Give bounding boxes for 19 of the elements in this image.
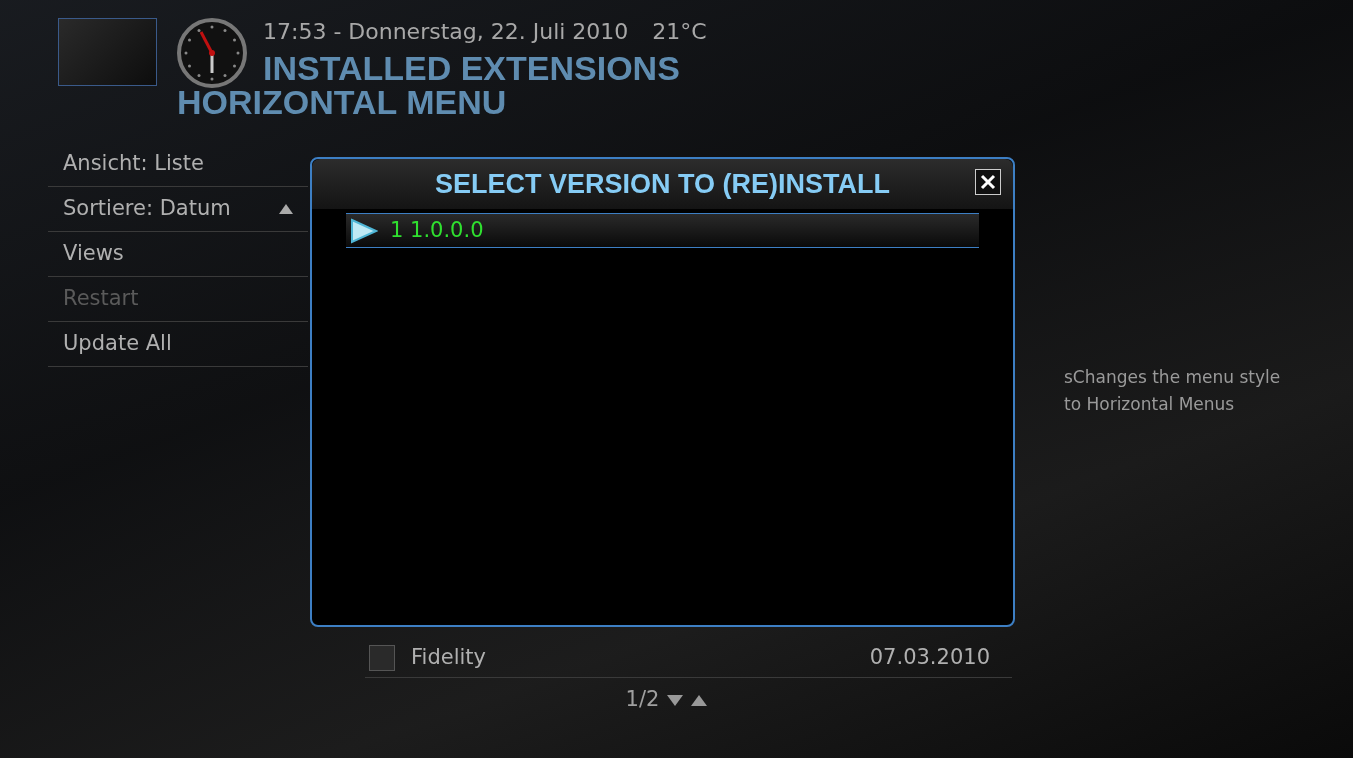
temperature-text: 21°C — [652, 17, 707, 46]
close-icon — [980, 174, 996, 190]
extension-date: 07.03.2010 — [869, 643, 990, 671]
dialog-title: SELECT VERSION TO (RE)INSTALL — [435, 167, 890, 201]
menu-item[interactable]: Sortiere: Datum — [48, 187, 308, 232]
play-icon — [348, 217, 378, 244]
menu-item[interactable]: Ansicht: Liste — [48, 142, 308, 187]
clock-icon — [177, 18, 247, 88]
page-up-icon[interactable] — [691, 694, 708, 706]
date-time-text: 17:53 - Donnerstag, 22. Juli 2010 — [263, 17, 629, 46]
extension-row[interactable]: Fidelity 07.03.2010 — [365, 638, 1012, 678]
close-button[interactable] — [975, 169, 1001, 195]
version-item[interactable]: 1 1.0.0.0 — [346, 213, 979, 248]
menu-item[interactable]: Update All — [48, 322, 308, 367]
page-counter: 1/2 — [625, 686, 660, 714]
menu-item[interactable]: Views — [48, 232, 308, 277]
extension-logo-icon — [369, 644, 395, 671]
description-text: sChanges the menu style to Horizontal Menus — [1064, 366, 1282, 416]
page-down-icon[interactable] — [667, 694, 684, 706]
